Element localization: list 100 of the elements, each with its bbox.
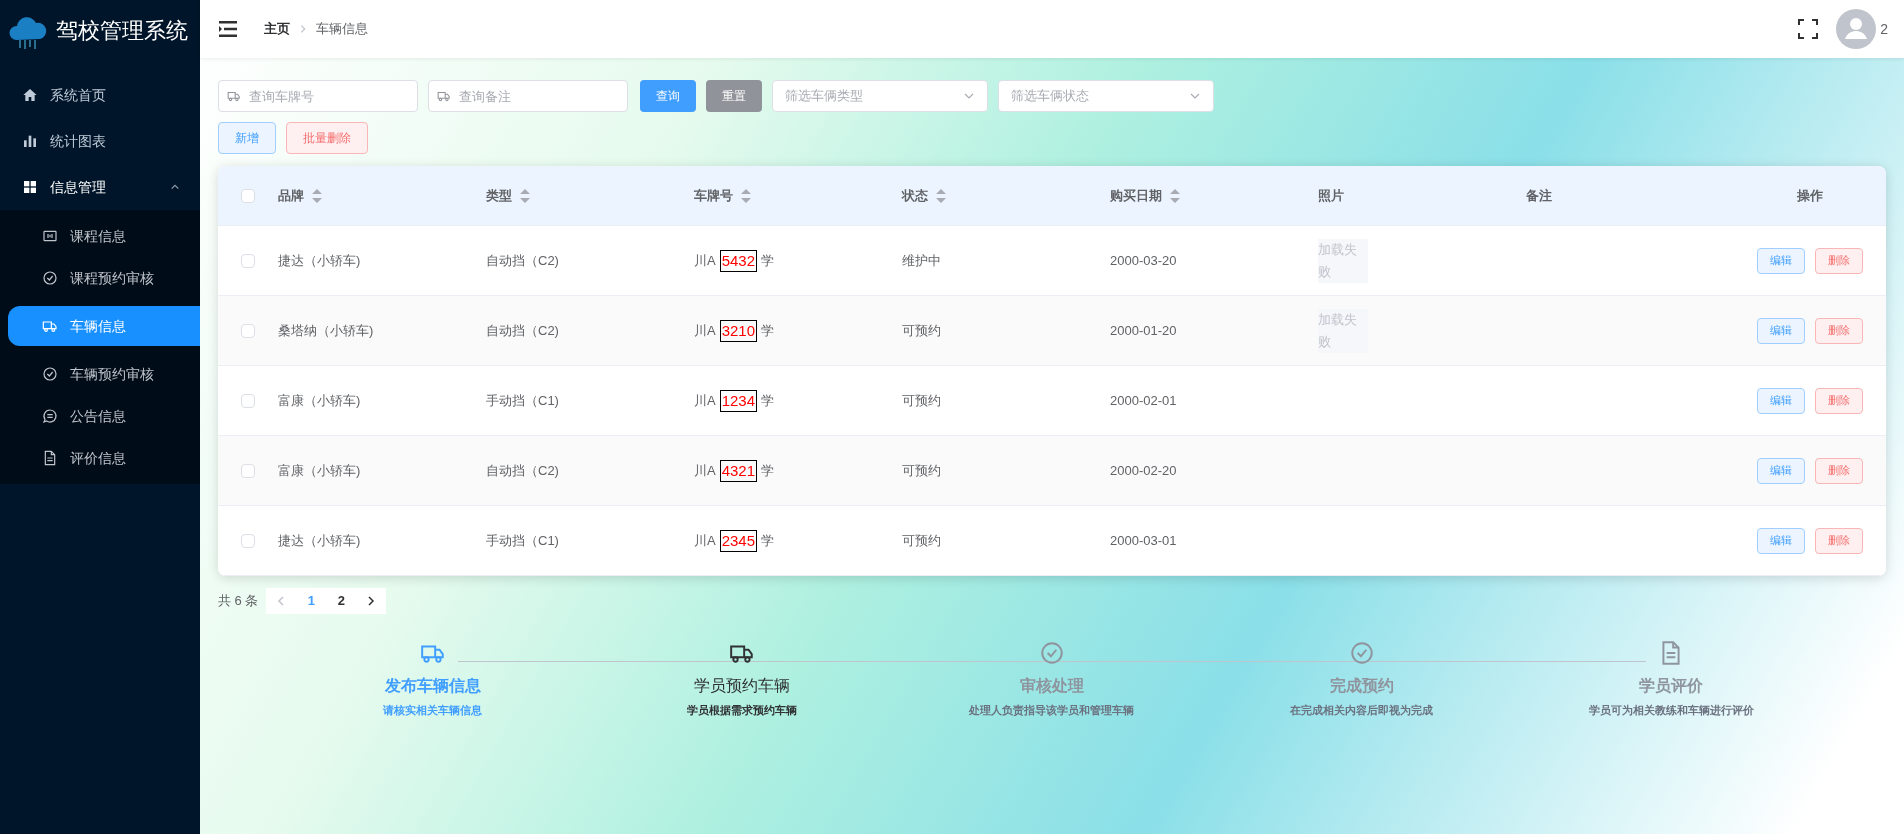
- page-button[interactable]: 1: [296, 591, 327, 611]
- table-cell-text: 2000-02-01: [1110, 391, 1178, 410]
- select-all-checkbox[interactable]: [241, 188, 255, 203]
- sidebar-item[interactable]: 车辆信息: [8, 306, 200, 346]
- search-button[interactable]: 查询: [640, 80, 696, 112]
- row-checkbox[interactable]: [241, 323, 255, 338]
- plate-prefix: 川A: [694, 321, 716, 340]
- delete-button[interactable]: 删除: [1815, 527, 1863, 554]
- edit-button[interactable]: 编辑: [1757, 317, 1805, 344]
- reset-button[interactable]: 重置: [706, 80, 762, 112]
- table-cell-text: 可预约: [902, 391, 942, 410]
- sidebar-item[interactable]: 课程预约审核: [8, 258, 200, 298]
- truck-icon: [42, 318, 58, 334]
- plate-suffix: 学: [761, 251, 775, 270]
- fullscreen-icon[interactable]: [1796, 17, 1821, 41]
- sidebar-item[interactable]: 统计图表: [0, 121, 200, 161]
- table-cell-text: 手动挡（C1): [486, 391, 560, 410]
- page-button[interactable]: 2: [326, 591, 357, 611]
- plate-prefix: 川A: [694, 461, 716, 480]
- batch-delete-button[interactable]: 批量删除: [286, 122, 368, 154]
- step-title: 学员预约车辆: [694, 676, 791, 696]
- plate-prefix: 川A: [694, 251, 716, 270]
- sidebar-group[interactable]: 信息管理: [0, 167, 200, 207]
- sort-icon[interactable]: [936, 188, 946, 203]
- document-icon: [42, 450, 58, 466]
- sidebar-item[interactable]: 公告信息: [8, 396, 200, 436]
- table-cell-text: 富康（小轿车): [278, 391, 362, 410]
- sidebar-item[interactable]: 课程信息: [8, 216, 200, 256]
- table-cell-text: 手动挡（C1): [486, 531, 560, 550]
- delete-button[interactable]: 删除: [1815, 317, 1863, 344]
- row-checkbox[interactable]: [241, 533, 255, 548]
- step-description: 学员根据需求预约车辆: [687, 703, 798, 718]
- plate-number: 1234: [719, 389, 758, 412]
- table-cell-text: 捷达（小轿车): [278, 531, 362, 550]
- avatar-icon[interactable]: [1836, 9, 1877, 49]
- row-checkbox[interactable]: [241, 393, 255, 408]
- table-cell-text: 可预约: [902, 461, 942, 480]
- plate-suffix: 学: [761, 391, 775, 410]
- table-cell-text: 2000-01-20: [1110, 321, 1178, 340]
- search-field[interactable]: 查询备注: [428, 80, 628, 112]
- sidebar-item[interactable]: 车辆预约审核: [8, 354, 200, 394]
- plate-prefix: 川A: [694, 531, 716, 550]
- edit-button[interactable]: 编辑: [1757, 387, 1805, 414]
- check-circle-icon: [42, 270, 58, 286]
- select-field[interactable]: 筛选车俩状态: [998, 80, 1214, 112]
- step-title: 完成预约: [1329, 676, 1394, 696]
- truck-icon: [227, 89, 241, 103]
- add-button[interactable]: 新增: [218, 122, 276, 154]
- table-cell-text: 富康（小轿车): [278, 461, 362, 480]
- delete-button[interactable]: 删除: [1815, 387, 1863, 414]
- table-cell-text: 2000-03-20: [1110, 251, 1178, 270]
- step-title: 发布车辆信息: [384, 676, 481, 696]
- plate-number: 3210: [719, 319, 758, 342]
- column-header: 车牌号: [694, 186, 733, 205]
- sort-icon[interactable]: [1170, 188, 1180, 203]
- breadcrumb-item: 车辆信息: [316, 20, 368, 39]
- column-header: 类型: [486, 186, 512, 205]
- edit-button[interactable]: 编辑: [1757, 457, 1805, 484]
- sort-icon[interactable]: [520, 188, 530, 203]
- plate-number: 4321: [719, 459, 758, 482]
- chat-icon: [42, 408, 58, 424]
- chevron-icon: [170, 182, 180, 192]
- plate-suffix: 学: [761, 461, 775, 480]
- column-header: 备注: [1526, 186, 1552, 205]
- check-circle-icon: [1348, 640, 1375, 666]
- home-icon: [22, 87, 38, 103]
- plate-prefix: 川A: [694, 391, 716, 410]
- step-title: 学员评价: [1639, 676, 1704, 696]
- edit-button[interactable]: 编辑: [1757, 247, 1805, 274]
- sidebar-item[interactable]: 系统首页: [0, 75, 200, 115]
- truck-icon: [437, 89, 451, 103]
- check-circle-icon: [42, 366, 58, 382]
- board-icon: [42, 228, 58, 244]
- search-field[interactable]: 查询车牌号: [218, 80, 418, 112]
- user-name: 2: [1880, 19, 1888, 39]
- table-cell-text: 桑塔纳（小轿车): [278, 321, 375, 340]
- row-checkbox[interactable]: [241, 463, 255, 478]
- sidebar-item[interactable]: 评价信息: [8, 438, 200, 478]
- column-header: 照片: [1318, 186, 1344, 205]
- edit-button[interactable]: 编辑: [1757, 527, 1805, 554]
- table-cell-text: 自动挡（C2): [486, 251, 560, 270]
- step-description: 处理人负责指导该学员和管理车辆: [969, 703, 1135, 718]
- plate-number: 2345: [719, 529, 758, 552]
- check-circle-icon: [1039, 640, 1065, 666]
- step-description: 请核实相关车辆信息: [383, 703, 483, 718]
- sort-icon[interactable]: [741, 188, 751, 203]
- table-cell-text: 2000-02-20: [1110, 461, 1178, 480]
- sort-icon[interactable]: [312, 188, 322, 203]
- plate-suffix: 学: [761, 531, 775, 550]
- table-cell-text: 自动挡（C2): [486, 461, 560, 480]
- step-title: 审核处理: [1020, 676, 1084, 696]
- delete-button[interactable]: 删除: [1815, 247, 1863, 274]
- breadcrumb-item[interactable]: 主页: [264, 19, 290, 39]
- delete-button[interactable]: 删除: [1815, 457, 1863, 484]
- plate-suffix: 学: [761, 321, 775, 340]
- table-cell-text: 自动挡（C2): [486, 321, 560, 340]
- row-checkbox[interactable]: [241, 253, 255, 268]
- table-cell-text: 2000-03-01: [1110, 531, 1178, 550]
- select-field[interactable]: 筛选车俩类型: [772, 80, 988, 112]
- table-cell-text: 可预约: [902, 531, 942, 550]
